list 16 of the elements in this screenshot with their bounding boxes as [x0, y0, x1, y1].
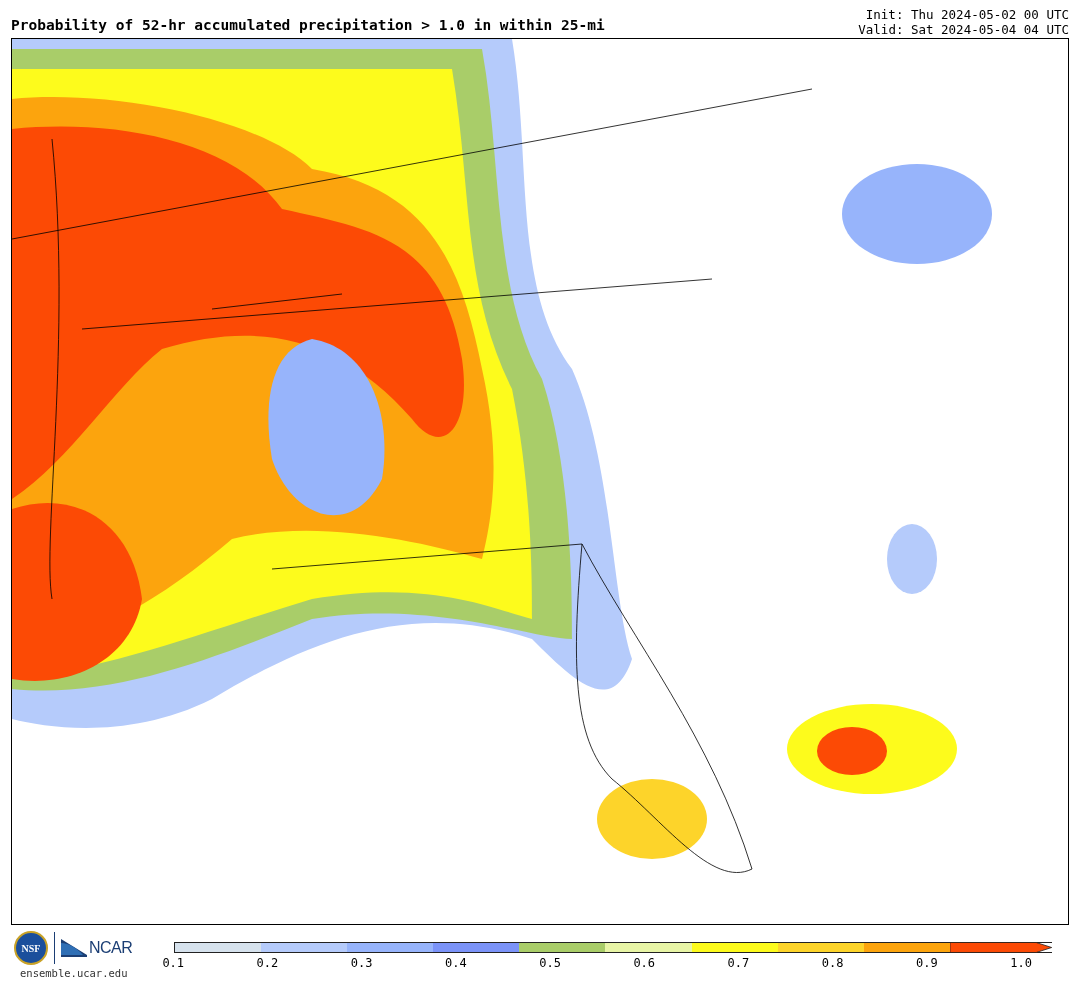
scale-tick-label: 0.7 [726, 956, 751, 970]
scale-tick-label: 0.1 [161, 956, 186, 970]
scale-tick-label: 0.9 [915, 956, 939, 970]
scale-tick-label: 0.6 [632, 956, 657, 970]
scale-tick-label: 1.0 [1009, 956, 1033, 970]
scale-tick-label: 0.4 [444, 956, 468, 970]
scale-tick-label: 0.8 [820, 956, 845, 970]
website-url: ensemble.ucar.edu [19, 967, 128, 979]
scale-tick-label: 0.2 [255, 956, 280, 970]
scale-tick-label: 0.5 [538, 956, 562, 970]
chart-title: Probability of 52-hr accumulated precipitation > 1.0 in within 25-mi [11, 17, 605, 35]
init-time: Init: Thu 2024-05-02 00 UTC [865, 7, 1069, 22]
scale-tick-label: 0.3 [349, 956, 374, 970]
nsf-logo: NSF [14, 931, 48, 965]
valid-time: Valid: Sat 2024-05-04 04 UTC [858, 22, 1069, 37]
ncar-logo: NCAR [61, 939, 133, 957]
